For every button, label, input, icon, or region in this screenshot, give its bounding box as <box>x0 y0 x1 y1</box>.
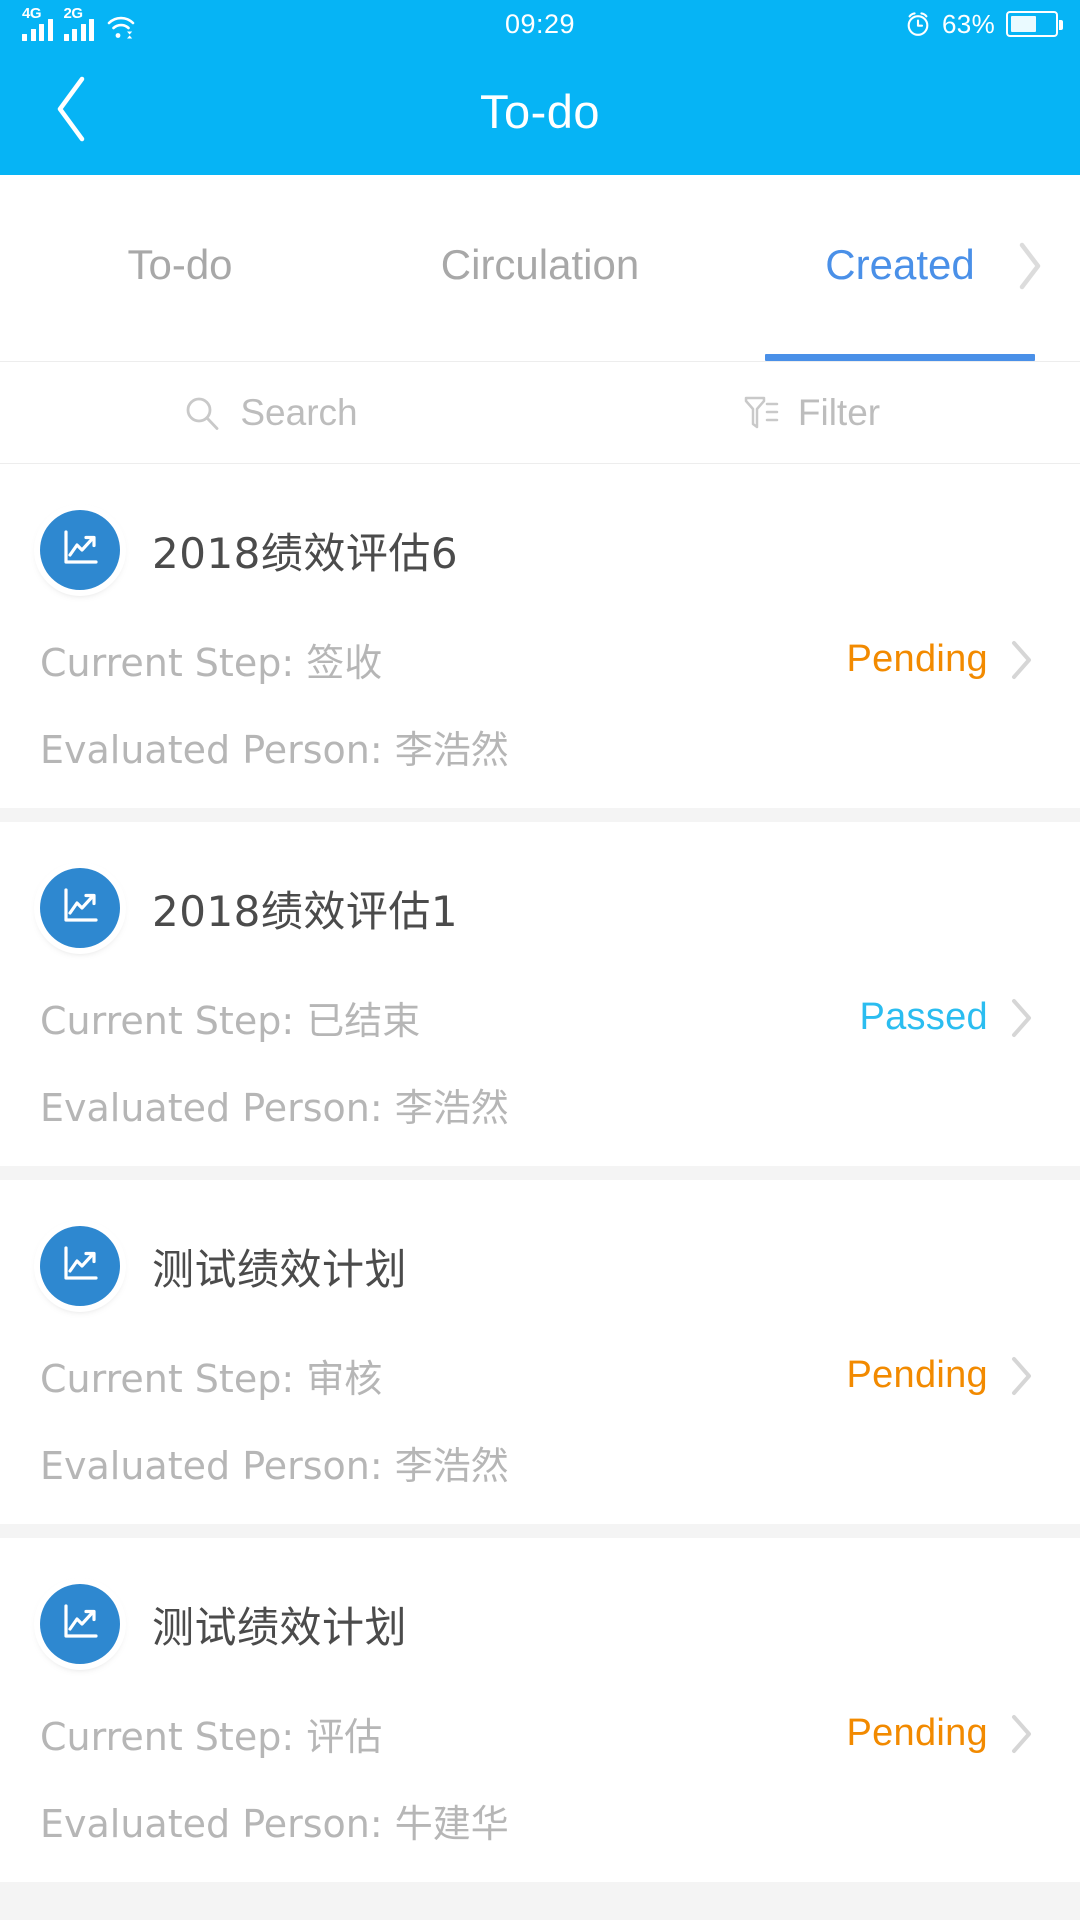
evaluated-person-text: Evaluated Person: 李浩然 <box>40 728 509 772</box>
alarm-clock-icon <box>905 11 931 37</box>
status-group[interactable]: Pending <box>846 1712 1040 1756</box>
current-step-row: Current Step: 评估 Pending <box>40 1706 1040 1761</box>
current-step-text: Current Step: 评估 <box>40 1715 383 1759</box>
current-step-row: Current Step: 签收 Pending <box>40 632 1040 687</box>
chevron-right-icon <box>1015 240 1045 297</box>
avatar <box>40 1584 120 1664</box>
current-step-text: Current Step: 已结束 <box>40 999 421 1043</box>
chevron-right-icon <box>1006 1354 1040 1398</box>
task-title: 2018绩效评估1 <box>152 886 459 936</box>
filter-label: Filter <box>797 391 881 433</box>
app-screen: 4G 2G 09:29 63% To-do To-do Circulation … <box>0 0 1080 1920</box>
task-card-header: 测试绩效计划 <box>40 1226 1040 1306</box>
evaluated-person-text: Evaluated Person: 牛建华 <box>40 1802 509 1846</box>
current-step-text: Current Step: 审核 <box>40 1357 383 1401</box>
current-step-text: Current Step: 签收 <box>40 641 383 685</box>
status-bar-right: 63% <box>905 8 1063 40</box>
status-group[interactable]: Pending <box>846 638 1040 682</box>
current-step-row: Current Step: 审核 Pending <box>40 1348 1040 1403</box>
tab-label: Created <box>825 241 975 288</box>
status-badge: Pending <box>846 1354 988 1396</box>
back-chevron-icon <box>50 73 94 150</box>
tab-bar: To-do Circulation Created <box>0 175 1080 362</box>
tabs-next-button[interactable] <box>1002 240 1058 296</box>
app-header: To-do <box>0 48 1080 175</box>
evaluated-person-row: Evaluated Person: 李浩然 <box>40 719 1040 774</box>
back-button[interactable] <box>36 76 108 148</box>
search-filter-bar: Search Filter <box>0 362 1080 464</box>
search-input[interactable]: Search <box>0 362 540 463</box>
task-list: 2018绩效评估6 Current Step: 签收 Pending Evalu… <box>0 464 1080 1882</box>
evaluated-person-text: Evaluated Person: 李浩然 <box>40 1086 509 1130</box>
avatar <box>40 868 120 948</box>
search-icon <box>182 393 222 433</box>
status-badge: Passed <box>859 996 988 1038</box>
line-chart-trending-up-icon <box>57 883 103 934</box>
avatar <box>40 510 120 590</box>
current-step-row: Current Step: 已结束 Passed <box>40 990 1040 1045</box>
task-card-4[interactable]: 测试绩效计划 Current Step: 评估 Pending Evaluate… <box>0 1538 1080 1882</box>
task-title: 测试绩效计划 <box>152 1602 408 1652</box>
battery-icon <box>1006 11 1063 37</box>
line-chart-trending-up-icon <box>57 1599 103 1650</box>
page-title: To-do <box>479 85 601 138</box>
tab-to-do[interactable]: To-do <box>0 175 360 361</box>
avatar <box>40 1226 120 1306</box>
evaluated-person-row: Evaluated Person: 李浩然 <box>40 1077 1040 1132</box>
evaluated-person-row: Evaluated Person: 李浩然 <box>40 1435 1040 1490</box>
evaluated-person-row: Evaluated Person: 牛建华 <box>40 1793 1040 1848</box>
chevron-right-icon <box>1006 638 1040 682</box>
status-badge: Pending <box>846 638 988 680</box>
search-placeholder: Search <box>240 391 358 433</box>
status-badge: Pending <box>846 1712 988 1754</box>
task-card-header: 测试绩效计划 <box>40 1584 1040 1664</box>
task-card-3[interactable]: 测试绩效计划 Current Step: 审核 Pending Evaluate… <box>0 1180 1080 1524</box>
tab-label: Circulation <box>440 241 640 288</box>
tab-circulation[interactable]: Circulation <box>360 175 720 361</box>
task-card-header: 2018绩效评估6 <box>40 510 1040 590</box>
chevron-right-icon <box>1006 1712 1040 1756</box>
status-group[interactable]: Pending <box>846 1354 1040 1398</box>
evaluated-person-text: Evaluated Person: 李浩然 <box>40 1444 509 1488</box>
filter-button[interactable]: Filter <box>540 362 1080 463</box>
battery-percent-label: 63% <box>942 8 995 39</box>
task-title: 2018绩效评估6 <box>152 528 459 578</box>
status-group[interactable]: Passed <box>859 996 1040 1040</box>
chevron-right-icon <box>1006 996 1040 1040</box>
status-bar: 4G 2G 09:29 63% <box>0 0 1080 48</box>
filter-icon <box>740 392 780 434</box>
line-chart-trending-up-icon <box>57 525 103 576</box>
tab-label: To-do <box>127 241 233 288</box>
line-chart-trending-up-icon <box>57 1241 103 1292</box>
task-card-header: 2018绩效评估1 <box>40 868 1040 948</box>
task-card-1[interactable]: 2018绩效评估6 Current Step: 签收 Pending Evalu… <box>0 464 1080 808</box>
task-title: 测试绩效计划 <box>152 1244 408 1294</box>
task-card-2[interactable]: 2018绩效评估1 Current Step: 已结束 Passed Evalu… <box>0 822 1080 1166</box>
